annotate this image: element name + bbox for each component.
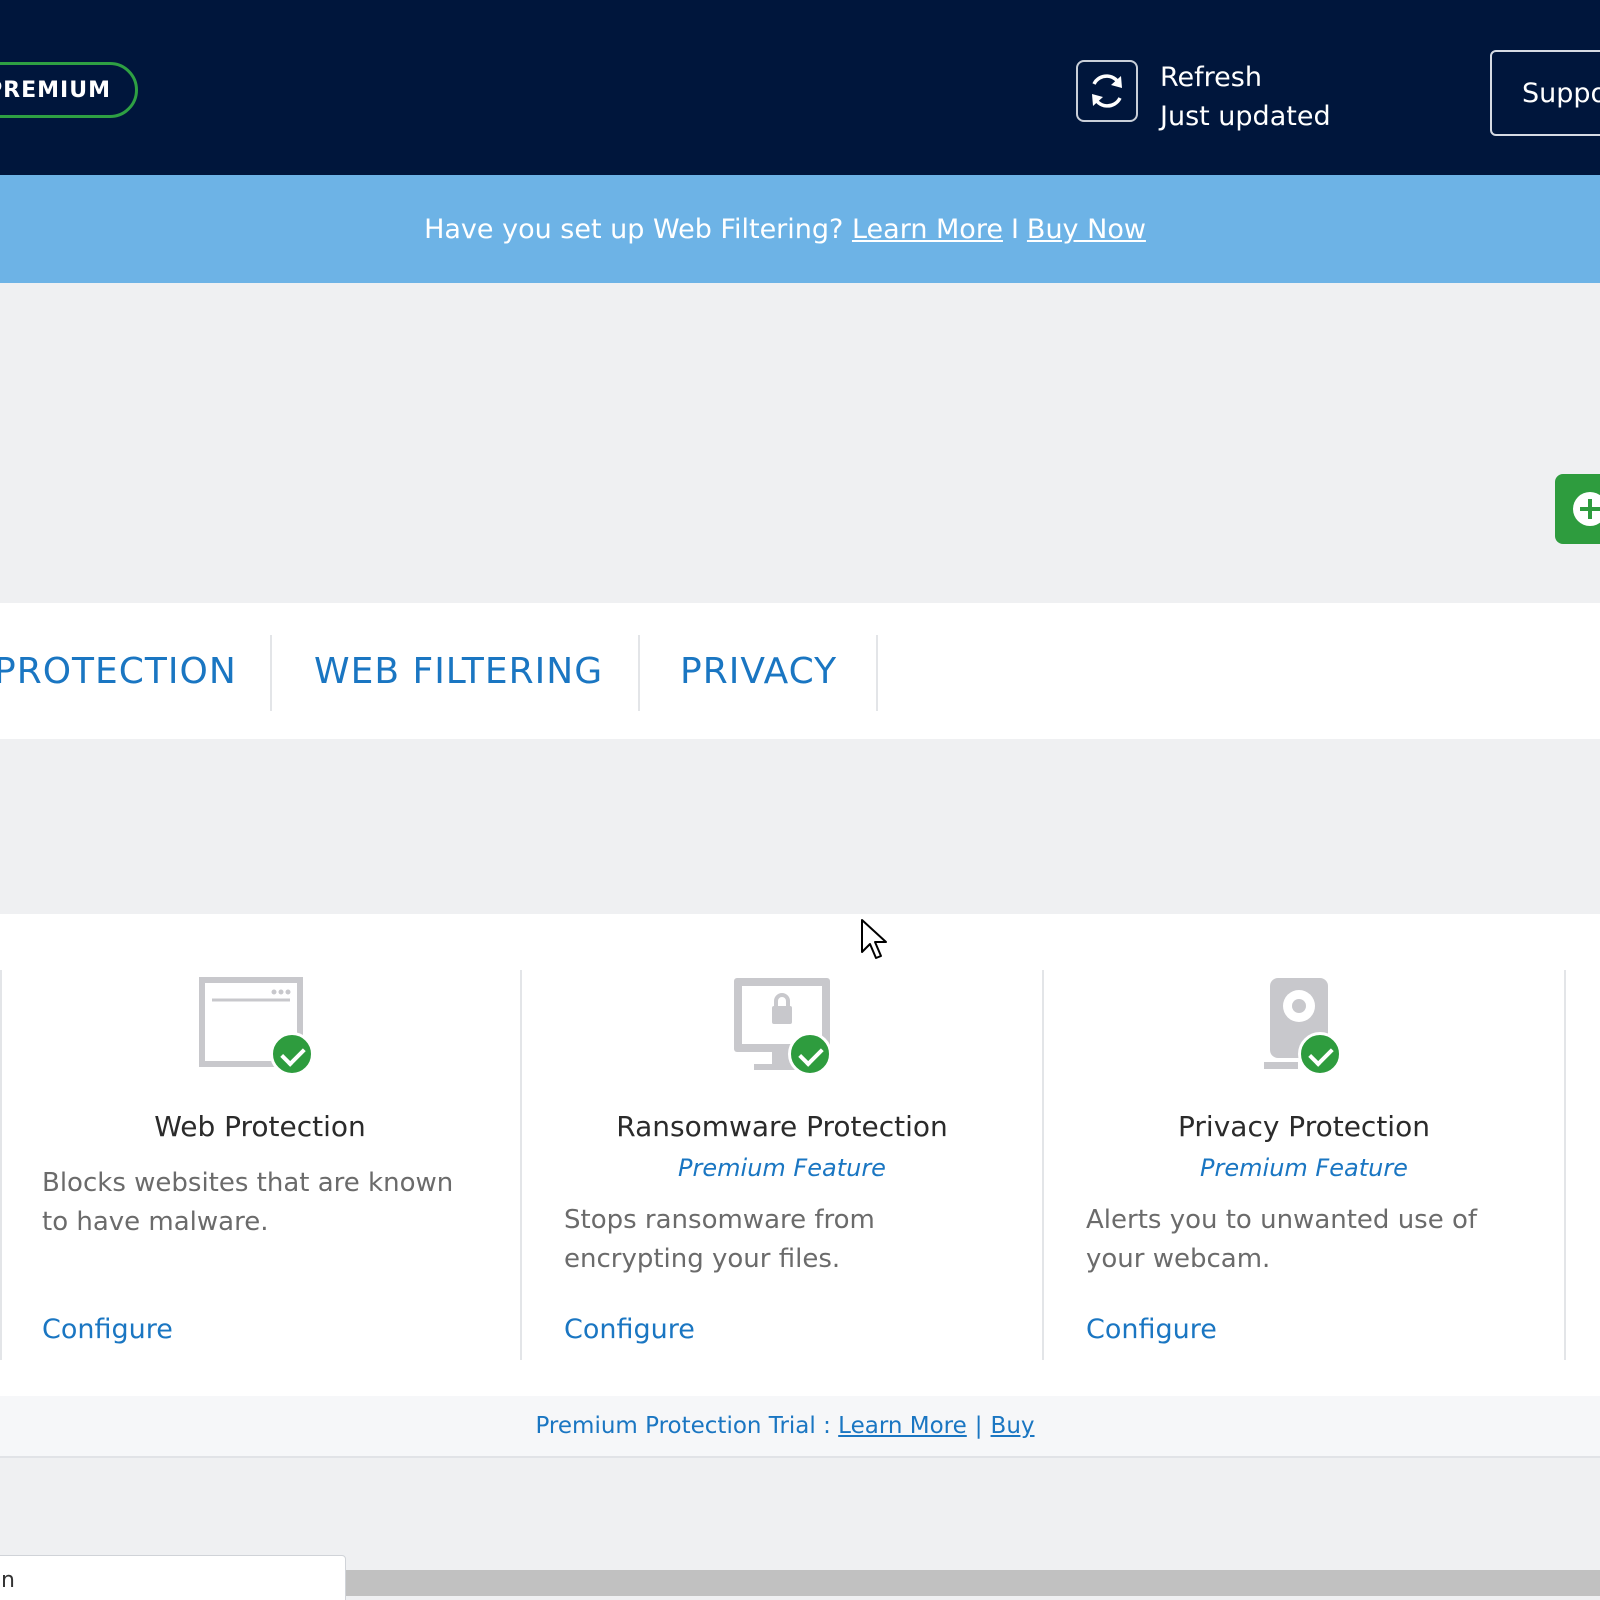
status-tooltip-text: n — [1, 1568, 15, 1593]
horizontal-scrollbar[interactable] — [346, 1570, 1600, 1596]
check-icon — [1298, 1032, 1342, 1076]
status-tooltip: n — [0, 1555, 346, 1600]
configure-link[interactable]: Configure — [42, 1314, 173, 1345]
trial-text: Premium Protection Trial : — [535, 1413, 831, 1439]
tab-web-filtering[interactable]: WEB FILTERING — [314, 635, 603, 707]
refresh-status: Just updated — [1160, 101, 1331, 132]
support-button[interactable]: Support — [1490, 50, 1600, 136]
mouse-cursor-icon — [861, 919, 887, 959]
card-title: Web Protection — [154, 1110, 366, 1143]
premium-feature-label: Premium Feature — [678, 1154, 886, 1182]
add-button[interactable] — [1555, 474, 1600, 544]
web-filtering-banner: Have you set up Web Filtering? Learn Mor… — [0, 175, 1600, 283]
banner-separator: I — [1010, 213, 1019, 245]
plus-circle-icon — [1573, 492, 1600, 526]
premium-badge-label: PREMIUM — [0, 77, 111, 103]
check-icon — [270, 1032, 314, 1076]
feature-card-web-protection: Web Protection Blocks websites that are … — [0, 914, 520, 1396]
premium-trial-bar: Premium Protection Trial : Learn More | … — [0, 1396, 1600, 1458]
trial-learn-more-link[interactable]: Learn More — [838, 1413, 967, 1439]
tab-privacy[interactable]: PRIVACY — [680, 635, 837, 707]
card-description: Stops ransomware from encrypting your fi… — [564, 1205, 875, 1274]
configure-link[interactable]: Configure — [564, 1314, 695, 1345]
tab-label: WEB FILTERING — [314, 650, 604, 692]
tab-label: PROTECTION — [0, 650, 237, 692]
top-header: PREMIUM Refresh Just updated Support — [0, 0, 1600, 175]
premium-feature-label: Premium Feature — [1200, 1154, 1408, 1182]
support-button-label: Support — [1522, 77, 1600, 109]
card-description: Blocks websites that are known to have m… — [42, 1168, 454, 1237]
feature-card-ransomware-protection: Ransomware Protection Premium Feature St… — [522, 914, 1042, 1396]
trial-separator: | — [974, 1413, 983, 1439]
feature-card-privacy-protection: Privacy Protection Premium Feature Alert… — [1044, 914, 1564, 1396]
banner-buy-now-link[interactable]: Buy Now — [1027, 214, 1146, 245]
card-title: Ransomware Protection — [616, 1110, 948, 1143]
banner-question: Have you set up Web Filtering? — [424, 213, 844, 245]
premium-badge: PREMIUM — [0, 62, 138, 118]
refresh-button[interactable] — [1076, 60, 1138, 122]
card-title: Privacy Protection — [1178, 1110, 1430, 1143]
banner-learn-more-link[interactable]: Learn More — [852, 214, 1003, 245]
tab-protection[interactable]: PROTECTION — [0, 635, 237, 707]
trial-buy-link[interactable]: Buy — [991, 1413, 1035, 1439]
tab-divider — [638, 635, 640, 711]
refresh-info: Refresh Just updated — [1160, 58, 1331, 136]
feature-cards: Web Protection Blocks websites that are … — [0, 914, 1600, 1396]
tab-divider — [876, 635, 878, 711]
monitor-lock-icon — [734, 978, 830, 1070]
refresh-icon — [1092, 74, 1122, 108]
card-description: Alerts you to unwanted use of your webca… — [1086, 1205, 1478, 1274]
configure-link[interactable]: Configure — [1086, 1314, 1217, 1345]
check-icon — [788, 1032, 832, 1076]
tab-bar: PROTECTION WEB FILTERING PRIVACY — [0, 603, 1600, 739]
tab-divider — [270, 635, 272, 711]
tab-label: PRIVACY — [680, 650, 838, 692]
card-divider — [1564, 970, 1566, 1360]
refresh-title: Refresh — [1160, 62, 1262, 93]
